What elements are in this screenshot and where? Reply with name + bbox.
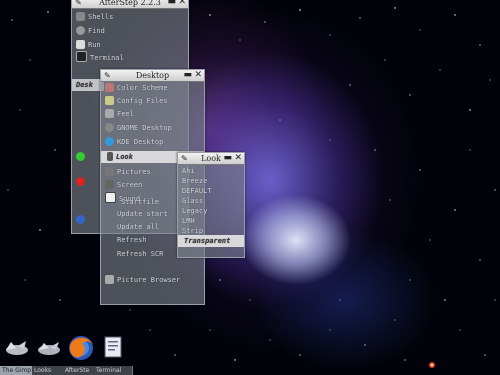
gnome-foot-icon[interactable] xyxy=(2,332,32,362)
color-icon xyxy=(105,83,114,92)
look-menu-window[interactable]: ✎ Look ▬ ✕ Ahi Breeze DEFAULT Glass Lega… xyxy=(177,152,245,258)
find-icon xyxy=(76,26,85,35)
gnome-icon xyxy=(105,123,114,132)
look-titlebar[interactable]: ✎ Look ▬ ✕ xyxy=(178,153,244,165)
terminal-icon xyxy=(76,51,87,62)
refresh-scr-icon xyxy=(105,249,114,258)
blue-dot-icon xyxy=(76,215,85,224)
afterstep-titlebar[interactable]: ✎ AfterStep 2.2.3 ▬ ✕ xyxy=(72,0,188,9)
taskbar-button-terminal[interactable]: Terminal xyxy=(94,366,133,375)
minimize-icon[interactable]: ▬ xyxy=(183,70,192,80)
taskbar-button-looks[interactable]: Looks xyxy=(32,366,64,375)
screen-icon xyxy=(105,180,114,189)
menu-item-kde-desktop[interactable]: KDE Desktop xyxy=(105,136,202,148)
menu-item-feel[interactable]: Feel xyxy=(105,108,202,120)
close-icon[interactable]: ✕ xyxy=(234,153,242,164)
minimize-icon[interactable]: ▬ xyxy=(167,0,176,7)
pictures-icon xyxy=(105,167,114,176)
taskbar-button-afterstep[interactable]: AfterSte xyxy=(63,366,95,375)
menu-item-gnome-desktop[interactable]: GNOME Desktop xyxy=(105,122,202,134)
kde-icon xyxy=(105,137,114,146)
menu-item-shells[interactable]: Shells xyxy=(76,11,186,23)
firefox-icon[interactable] xyxy=(66,332,96,362)
red-dot-icon xyxy=(76,177,85,186)
close-icon[interactable]: ✕ xyxy=(178,0,186,8)
menu-item-color-scheme[interactable]: Color Scheme xyxy=(105,82,202,94)
gnome-foot-icon-2[interactable] xyxy=(34,332,64,362)
menu-item-config-files[interactable]: Config Files xyxy=(105,95,202,107)
close-icon[interactable]: ✕ xyxy=(194,70,202,81)
update-icon xyxy=(105,209,114,218)
desktop-titlebar[interactable]: ✎ Desktop ▬ ✕ xyxy=(101,70,204,82)
config-icon xyxy=(105,96,114,105)
refresh-icon xyxy=(105,235,114,244)
run-icon xyxy=(76,40,85,49)
menu-item-picture-browser[interactable]: Picture Browser xyxy=(105,274,202,286)
menu-item-run[interactable]: Run xyxy=(76,39,186,51)
look-icon xyxy=(107,152,113,161)
menu-item-terminal[interactable]: Terminal xyxy=(76,51,186,63)
document-icon[interactable] xyxy=(98,332,128,362)
taskbar-button-gimp[interactable]: The Gimp xyxy=(0,366,33,375)
envelope-icon xyxy=(105,192,116,203)
menu-item-find[interactable]: Find xyxy=(76,25,186,37)
feel-icon xyxy=(105,109,114,118)
shells-icon xyxy=(76,12,85,21)
picture-browser-icon xyxy=(105,275,114,284)
update-all-icon xyxy=(105,222,114,231)
minimize-icon[interactable]: ▬ xyxy=(223,153,232,163)
green-dot-icon xyxy=(76,152,85,161)
look-item-transparent[interactable]: Transparent xyxy=(178,235,244,247)
